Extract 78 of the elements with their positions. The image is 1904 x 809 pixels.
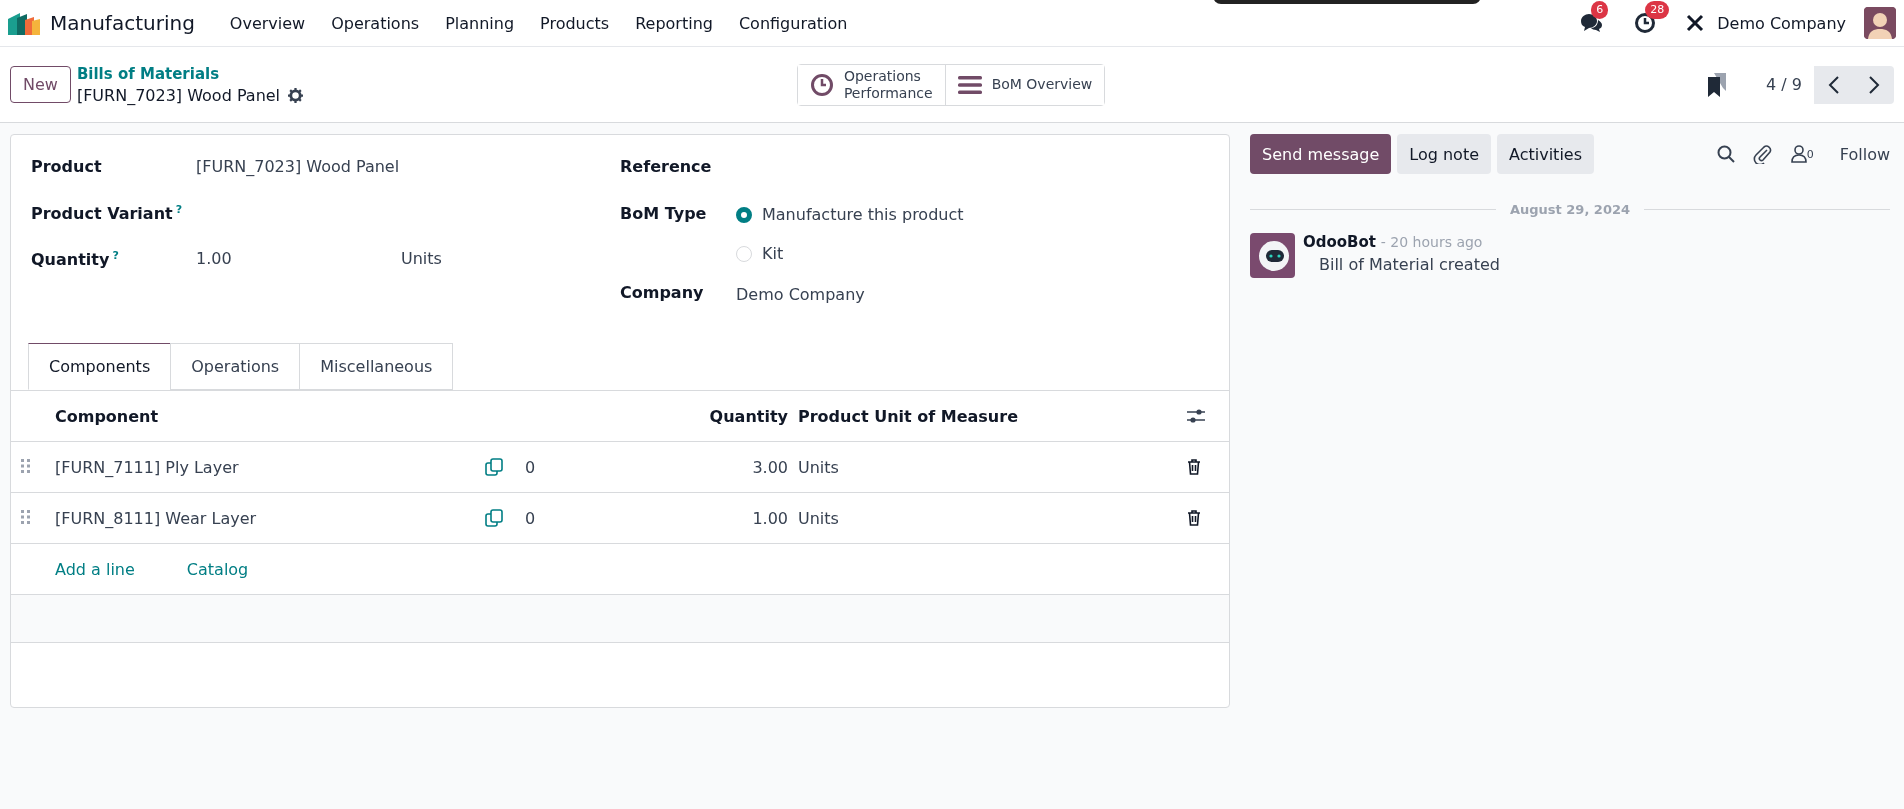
robot-avatar [1250, 233, 1295, 278]
field-label: Product Variant $^{?}$ [31, 203, 184, 224]
app-logo-icon[interactable] [8, 11, 40, 35]
column-header[interactable]: Quantity [595, 406, 788, 426]
field-label: Company [620, 283, 705, 302]
add-line-link[interactable]: Add a line [55, 559, 135, 579]
menu-item[interactable]: Overview [216, 13, 319, 33]
trash-icon[interactable] [1187, 459, 1201, 475]
table-cell-text: 1.00 [751, 508, 788, 528]
radio-button[interactable] [736, 206, 752, 223]
help-mark[interactable]: ? [112, 249, 119, 262]
menu-item[interactable]: Operations [318, 13, 433, 33]
copy-icon[interactable] [485, 457, 503, 476]
count-badge: 28 [1645, 1, 1670, 19]
smart-button[interactable]: BoM Overview [944, 64, 1105, 105]
chevron-left-icon [1828, 75, 1840, 94]
column-header[interactable]: Product Unit of Measure [788, 406, 1183, 426]
menu-item[interactable]: Configuration [725, 13, 861, 33]
message-author: OdooBot [1303, 233, 1376, 251]
message-time: - 20 hours ago [1380, 234, 1483, 250]
record-title: [FURN_7023] Wood Panel [76, 84, 281, 106]
search-icon[interactable] [1716, 145, 1735, 163]
tab[interactable]: Miscellaneous [299, 343, 454, 390]
table-cell-text: Units [797, 457, 840, 477]
radio-label[interactable]: Kit [762, 244, 784, 263]
chatter-button[interactable]: Log note [1397, 134, 1491, 174]
clock-icon[interactable] [1634, 12, 1657, 34]
copy-icon[interactable] [485, 508, 503, 527]
user-icon[interactable] [1790, 145, 1807, 163]
field-label: Reference [620, 157, 713, 176]
settings-sliders-icon[interactable] [1187, 408, 1205, 424]
tab[interactable]: Operations [170, 343, 301, 390]
chatter-button[interactable]: Send message [1250, 134, 1392, 174]
paperclip-icon[interactable] [1752, 144, 1773, 164]
message-body: Bill of Material created [1319, 255, 1500, 274]
tab[interactable]: Components [28, 343, 172, 390]
next-button[interactable] [1854, 65, 1894, 104]
menu-item[interactable]: Reporting [622, 13, 726, 33]
follow-button[interactable]: Follow [1839, 144, 1890, 164]
menu-item[interactable]: Planning [432, 13, 528, 33]
table-cell-text: 3.00 [751, 457, 788, 477]
breadcrumb-link[interactable]: Bills of Materials [76, 63, 797, 85]
hamburger-icon [957, 74, 982, 95]
field-label: Quantity $^{?}$ [31, 249, 120, 270]
menu-item[interactable]: Products [527, 13, 623, 33]
table-cell: [FURN_7111] Ply Layer [55, 457, 239, 477]
follower-count: 0 [1806, 147, 1814, 161]
table-cell-text: 0 [525, 508, 537, 528]
field-value[interactable]: Demo Company [736, 283, 941, 304]
drag-handle-icon[interactable] [21, 458, 30, 473]
table-cell-text: Units [797, 508, 840, 528]
chatter-button[interactable]: Activities [1497, 134, 1594, 174]
chat-icon[interactable] [1579, 12, 1604, 34]
catalog-link[interactable]: Catalog [186, 559, 249, 579]
field-label: Product [31, 157, 103, 176]
bookmark-icon[interactable] [1708, 72, 1727, 97]
new-button[interactable]: New [10, 66, 71, 103]
previous-button[interactable] [1814, 65, 1854, 104]
chevron-right-icon [1868, 75, 1880, 94]
field-label: BoM Type [620, 203, 708, 223]
app-name[interactable]: Manufacturing [50, 11, 195, 35]
pager-value[interactable]: 4 / 9 [1766, 75, 1802, 94]
table-cell-text: 0 [525, 457, 537, 477]
drag-handle-icon[interactable] [21, 509, 30, 524]
unit-value[interactable]: Units [401, 249, 606, 268]
radio-label[interactable]: Manufacture this product [762, 205, 964, 224]
field-value[interactable]: [FURN_7023] Wood Panel [196, 157, 401, 176]
help-mark[interactable]: ? [175, 203, 183, 216]
company-switcher[interactable]: Demo Company [1717, 13, 1846, 33]
user-avatar[interactable] [1864, 7, 1896, 39]
column-header[interactable]: Component [55, 406, 525, 426]
clock-icon [809, 72, 834, 97]
gear-icon[interactable] [288, 87, 304, 103]
date-separator: August 29, 2024 [1509, 202, 1631, 217]
field-value[interactable]: 1.00 [196, 249, 401, 268]
table-cell: [FURN_8111] Wear Layer [55, 508, 257, 528]
trash-icon[interactable] [1187, 510, 1201, 526]
count-badge: 6 [1591, 1, 1609, 19]
